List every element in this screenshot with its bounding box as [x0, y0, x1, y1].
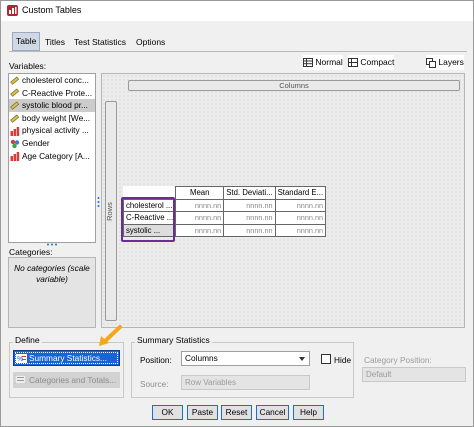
table-cell: nnnn.nn — [175, 198, 225, 212]
category-position-label: Category Position: — [364, 355, 432, 365]
variables-label: Variables: — [9, 61, 47, 71]
normal-view-button[interactable]: Normal — [303, 55, 343, 70]
table-cell: nnnn.nn — [223, 223, 276, 237]
custom-tables-dialog: Custom Tables Table Titles Test Statisti… — [0, 0, 474, 427]
categories-and-totals-button[interactable]: Categories and Totals... — [13, 372, 120, 388]
scale-ruler-icon — [10, 101, 20, 111]
categories-and-totals-label: Categories and Totals... — [29, 375, 117, 385]
variable-item[interactable]: Gender — [9, 137, 95, 150]
summary-stats-icon: % — [16, 354, 27, 363]
categories-box: No categories (scale variable) — [8, 257, 96, 328]
table-cell: nnnn.nn — [274, 198, 327, 212]
tab-table[interactable]: Table — [12, 32, 41, 51]
position-label: Position: — [140, 355, 172, 365]
column-header[interactable]: Std. Deviati... — [223, 186, 276, 200]
summary-statistics-group-label: Summary Statistics — [135, 335, 212, 345]
window-title: Custom Tables — [22, 5, 82, 15]
variable-label: cholesterol conc... — [22, 75, 89, 85]
pointer-arrow-icon — [99, 325, 122, 346]
table-cell: nnnn.nn — [223, 211, 276, 225]
compact-view-button[interactable]: Compact — [348, 55, 395, 70]
table-cell: nnnn.nn — [274, 223, 327, 237]
tab-options[interactable]: Options — [133, 34, 168, 50]
variable-label: C-Reactive Prote... — [22, 87, 93, 98]
variable-label: body weight [We... — [22, 112, 91, 123]
layers-label: Layers — [438, 57, 464, 67]
table-icon — [303, 58, 313, 68]
table-cell: nnnn.nn — [274, 211, 327, 225]
position-select[interactable]: Columns — [181, 351, 310, 366]
title-bar: Custom Tables — [1, 1, 473, 21]
scale-ruler-icon — [10, 88, 20, 98]
rows-drop-zone[interactable]: Rows — [105, 101, 117, 321]
focus-ring — [15, 352, 118, 364]
compact-table-icon — [348, 58, 358, 68]
column-header[interactable]: Mean — [175, 186, 225, 200]
category-position-select[interactable]: Default — [362, 367, 466, 382]
table-cell: nnnn.nn — [223, 198, 276, 212]
summary-statistics-button[interactable]: % Summary Statistics... — [13, 350, 120, 366]
source-select[interactable]: Row Variables — [181, 375, 310, 390]
tab-titles[interactable]: Titles — [42, 34, 68, 50]
reset-button[interactable]: Reset — [221, 405, 252, 420]
cancel-button[interactable]: Cancel — [256, 405, 289, 420]
help-button[interactable]: Help — [293, 405, 324, 420]
tab-test-statistics[interactable]: Test Statistics — [71, 34, 129, 50]
position-value: Columns — [185, 353, 218, 363]
ok-button[interactable]: OK — [152, 405, 183, 420]
tab-divider — [9, 51, 467, 52]
categories-label: Categories: — [9, 247, 53, 257]
column-header[interactable]: Standard E... — [274, 186, 327, 200]
selection-highlight — [121, 197, 175, 242]
variable-item[interactable]: cholesterol conc... — [9, 74, 95, 87]
variable-label: physical activity ... — [22, 125, 89, 136]
scale-ruler-icon — [10, 114, 20, 124]
ordinal-bars-icon — [10, 151, 20, 162]
variable-item[interactable]: C-Reactive Prote... — [9, 87, 95, 100]
variable-label: Age Category [A... — [22, 150, 90, 161]
variable-item[interactable]: systolic blood pr... — [9, 99, 95, 112]
app-icon — [7, 5, 18, 16]
hide-checkbox[interactable] — [321, 354, 331, 364]
variable-item[interactable]: physical activity ... — [9, 124, 95, 137]
layers-button[interactable]: Layers — [426, 55, 464, 70]
hide-label: Hide — [334, 355, 352, 365]
columns-drop-zone[interactable]: Columns — [128, 80, 460, 91]
chevron-down-icon — [299, 357, 305, 361]
normal-label: Normal — [315, 57, 343, 67]
splitter-handle-vertical[interactable] — [97, 196, 100, 208]
variable-item[interactable]: Age Category [A... — [9, 150, 95, 163]
splitter-handle-horizontal[interactable] — [46, 243, 58, 246]
table-cell: nnnn.nn — [175, 211, 225, 225]
variables-list[interactable]: cholesterol conc... C-Reactive Prote... … — [8, 73, 96, 243]
layers-icon — [426, 57, 436, 68]
variable-label: Gender — [22, 137, 50, 148]
source-label: Source: — [140, 379, 169, 389]
scale-ruler-icon — [10, 76, 20, 86]
define-label: Define — [13, 335, 42, 345]
variable-item[interactable]: body weight [We... — [9, 112, 95, 125]
categories-totals-icon — [15, 375, 26, 384]
table-cell: nnnn.nn — [175, 223, 225, 237]
nominal-circles-icon — [10, 139, 20, 149]
compact-label: Compact — [360, 57, 395, 67]
variable-label: systolic blood pr... — [22, 100, 88, 111]
rows-label: Rows — [104, 202, 114, 221]
paste-button[interactable]: Paste — [187, 405, 218, 420]
ordinal-bars-icon — [10, 126, 20, 137]
